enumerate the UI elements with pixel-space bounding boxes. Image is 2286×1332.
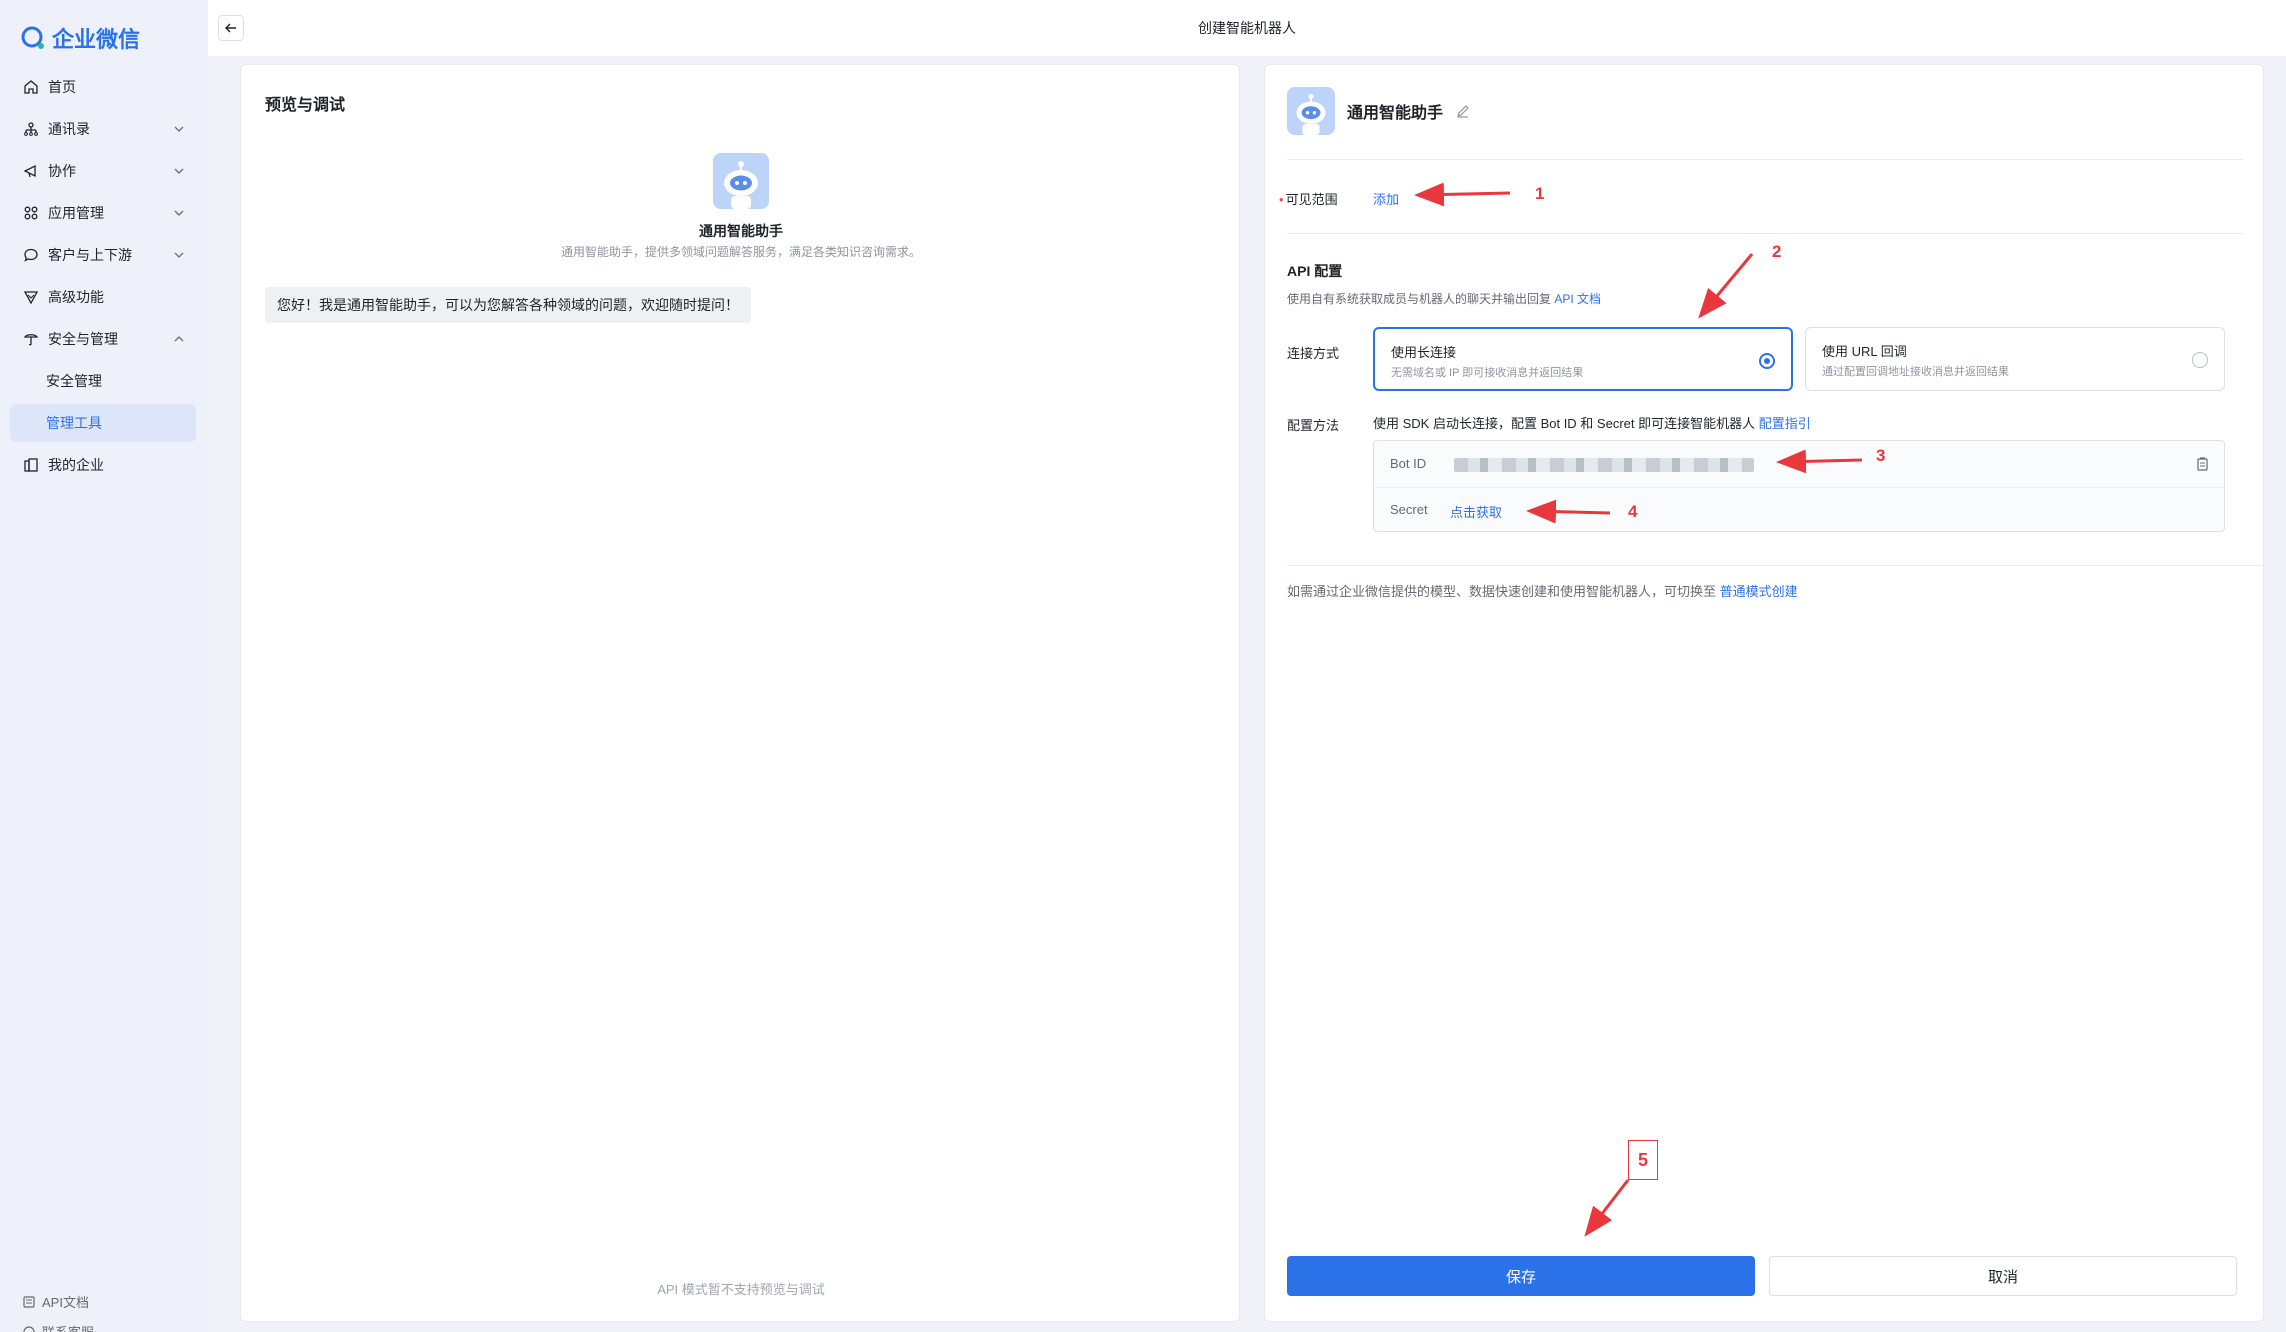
annotation-arrow-1: [1414, 182, 1511, 207]
annotation-number-4: 4: [1628, 502, 1638, 521]
annotation-number-1: 1: [1535, 184, 1545, 203]
annotation-arrow-5: [1584, 1179, 1630, 1237]
annotation-box-5: 5: [1628, 1140, 1658, 1180]
annotation-arrow-2: [1698, 253, 1754, 319]
annotation-number-2: 2: [1772, 242, 1782, 261]
annotation-arrows: [1414, 182, 1863, 1237]
annotation-arrow-3: [1776, 449, 1863, 474]
annotation-number-3: 3: [1876, 446, 1886, 465]
annotation-arrow-4: [1526, 499, 1611, 524]
